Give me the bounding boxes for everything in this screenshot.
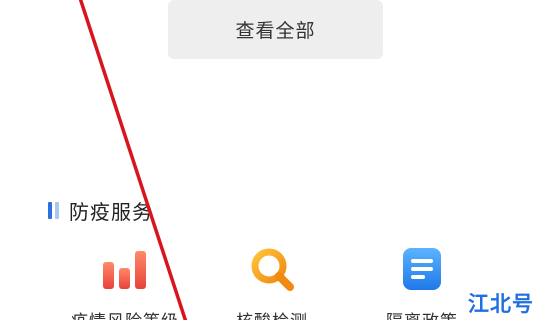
view-all-button[interactable]: 查看全部 [168,0,383,59]
watermark-logo: 江北号 [468,292,534,316]
service-label: 隔离政策 [386,307,458,320]
service-item-risk-level[interactable]: 疫情风险等级 [55,245,195,320]
section-marker-bar [48,201,52,219]
screen: 查看全部 防疫服务 疫情风险等级 [0,0,540,320]
service-item-nucleic-test[interactable]: 核酸检测 [202,245,342,320]
service-label: 核酸检测 [236,307,308,320]
magnifier-icon [251,248,294,291]
service-grid: 疫情风险等级 核酸检测 [0,245,540,320]
section-title: 防疫服务 [69,199,153,224]
view-all-label: 查看全部 [235,20,316,42]
document-icon [403,248,441,290]
service-label: 疫情风险等级 [71,307,179,320]
section-header: 防疫服务 [48,196,153,224]
section-marker-bar-light [55,201,59,219]
section-marker [48,201,59,219]
bar-chart-icon [103,251,146,289]
